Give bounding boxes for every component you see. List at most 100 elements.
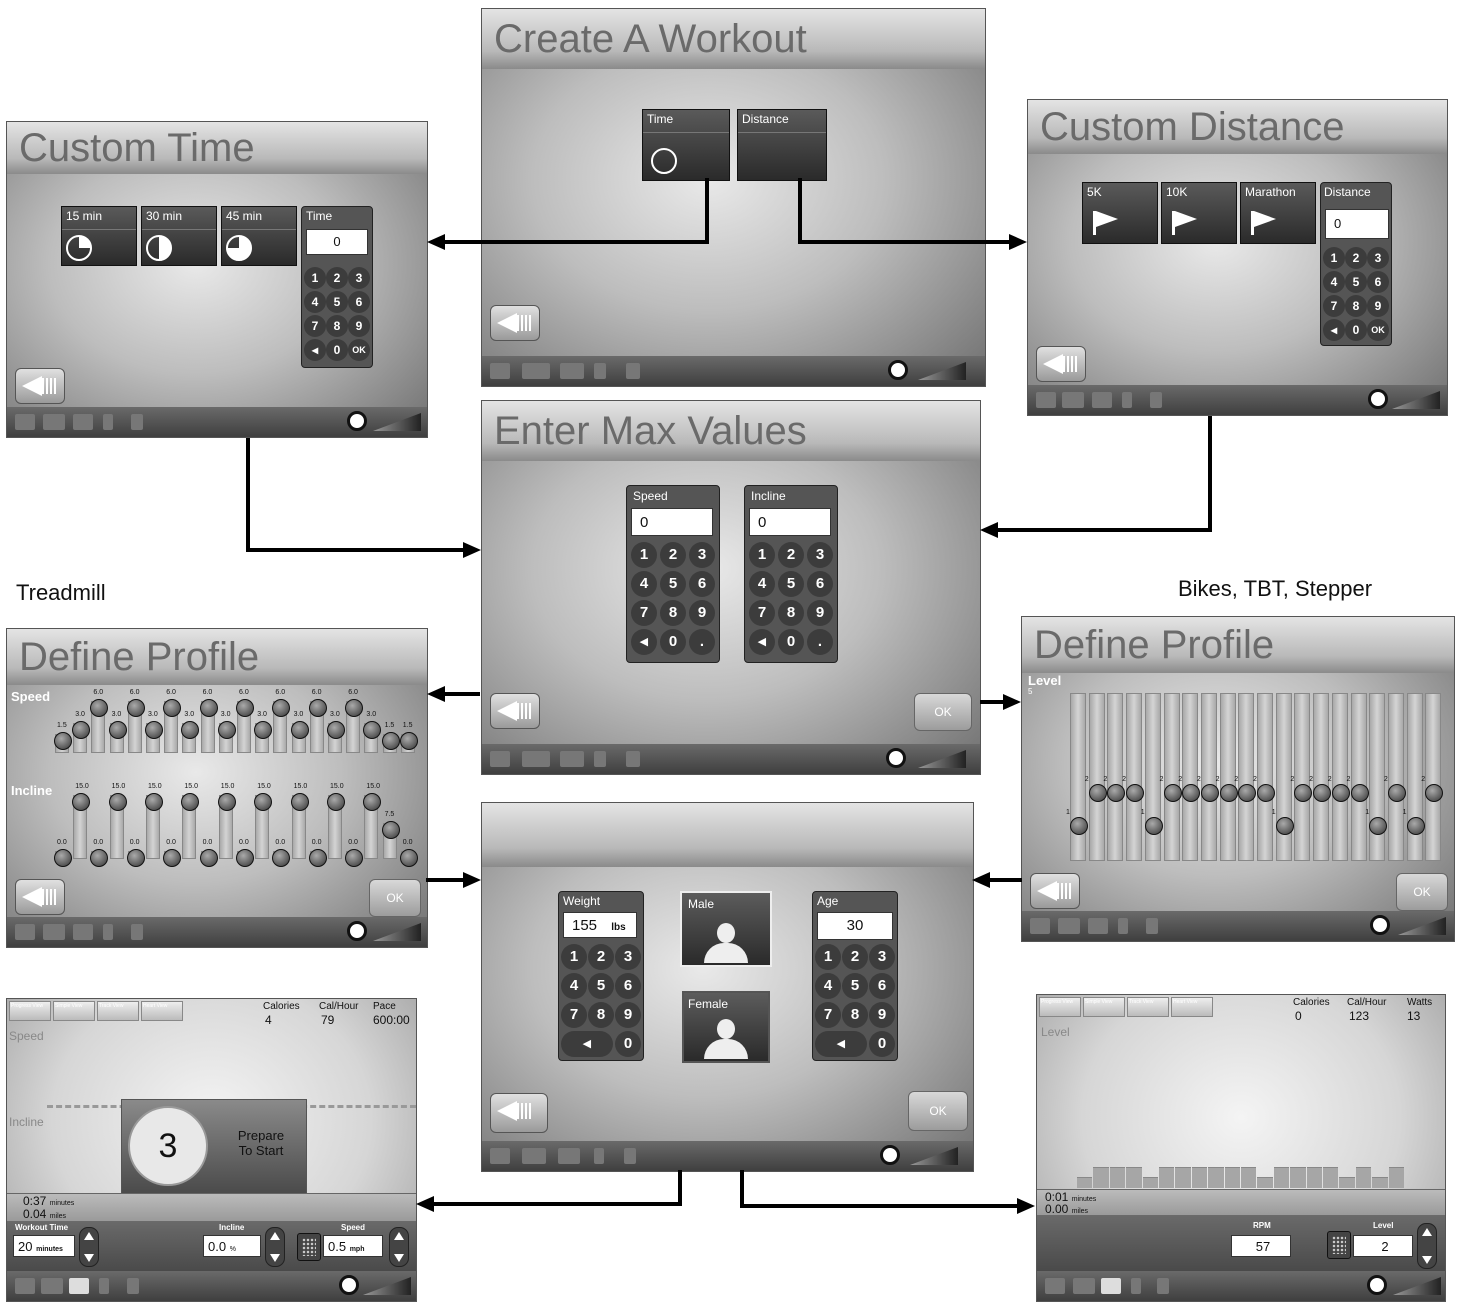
tab-heart-view[interactable]: Heart View [1171, 997, 1213, 1017]
tab-track-view[interactable]: Track View [1127, 997, 1169, 1017]
backspace-key[interactable]: ◂ [749, 629, 775, 655]
volume-slider[interactable] [918, 750, 966, 768]
key-7[interactable]: 7 [304, 315, 326, 337]
key-3[interactable]: 3 [348, 267, 370, 289]
speed-handle[interactable] [54, 732, 72, 750]
speed-handle[interactable] [72, 721, 91, 739]
speed-handle[interactable] [308, 699, 327, 717]
tv-icon[interactable] [1092, 392, 1112, 408]
incline-handle[interactable] [145, 793, 163, 811]
key-8[interactable]: 8 [842, 1002, 868, 1028]
preset-15min[interactable]: 15 min [61, 206, 137, 266]
backspace-key[interactable]: ◂ [304, 339, 326, 361]
key-6[interactable]: 6 [689, 571, 715, 597]
workouts-icon[interactable] [522, 363, 550, 379]
workout-time-field[interactable]: 20 minutes [13, 1235, 75, 1257]
phone-icon[interactable] [1131, 1278, 1141, 1294]
incline-input[interactable]: 0 [749, 508, 831, 536]
key-icon[interactable] [1146, 918, 1158, 934]
speed-handle[interactable] [236, 699, 254, 717]
level-handle[interactable] [1126, 783, 1145, 802]
tab-simple-view[interactable]: Simple View [53, 1001, 95, 1021]
home-icon[interactable] [15, 414, 35, 430]
key-3[interactable]: 3 [807, 542, 833, 568]
backspace-key[interactable]: ◂ [561, 1031, 613, 1057]
key-4[interactable]: 4 [561, 973, 587, 999]
key-7[interactable]: 7 [1323, 295, 1345, 317]
decimal-key[interactable]: . [689, 629, 715, 655]
incline-handle[interactable] [54, 849, 72, 867]
preset-10k[interactable]: 10K [1161, 182, 1237, 244]
incline-handle[interactable] [181, 793, 200, 811]
incline-field[interactable]: 0.0 % [203, 1235, 261, 1257]
phone-icon[interactable] [594, 751, 606, 767]
key-3[interactable]: 3 [1367, 247, 1389, 269]
speed-handle[interactable] [272, 699, 291, 717]
volume-slider[interactable] [363, 1277, 411, 1295]
level-handle[interactable] [1425, 783, 1444, 802]
incline-handle[interactable] [399, 849, 418, 867]
level-stepper[interactable] [1417, 1223, 1437, 1269]
back-button[interactable] [490, 305, 540, 341]
preset-marathon[interactable]: Marathon [1240, 182, 1316, 244]
back-button[interactable] [15, 879, 65, 915]
workouts-icon[interactable] [43, 924, 65, 940]
key-4[interactable]: 4 [1323, 271, 1345, 293]
phone-icon[interactable] [103, 924, 113, 940]
key-3[interactable]: 3 [689, 542, 715, 568]
time-tile[interactable]: Time [642, 109, 730, 181]
tv-icon[interactable] [558, 1148, 580, 1164]
home-icon[interactable] [1045, 1278, 1065, 1294]
tv-icon[interactable] [1088, 918, 1108, 934]
incline-handle[interactable] [126, 849, 145, 867]
workout-time-stepper[interactable] [79, 1227, 99, 1267]
tv-icon[interactable] [1101, 1278, 1121, 1294]
workouts-icon[interactable] [1073, 1278, 1095, 1294]
ok-button[interactable]: OK [908, 1091, 968, 1131]
speed-handle[interactable] [254, 721, 273, 739]
key-1[interactable]: 1 [815, 944, 841, 970]
phone-icon[interactable] [594, 1148, 604, 1164]
keypad-icon[interactable] [1327, 1231, 1351, 1259]
key-icon[interactable] [1157, 1278, 1169, 1294]
distance-tile[interactable]: Distance [737, 109, 827, 181]
key-0[interactable]: 0 [326, 339, 348, 361]
key-9[interactable]: 9 [1367, 295, 1389, 317]
key-icon[interactable] [131, 414, 143, 430]
level-handle[interactable] [1331, 783, 1350, 802]
speed-handle[interactable] [90, 699, 109, 717]
speed-stepper[interactable] [389, 1227, 409, 1267]
key-9[interactable]: 9 [807, 600, 833, 626]
preset-45min[interactable]: 45 min [221, 206, 297, 266]
key-icon[interactable] [626, 751, 640, 767]
tab-progress-view[interactable]: Progress View [9, 1001, 51, 1021]
tv-icon[interactable] [73, 924, 93, 940]
key-icon[interactable] [626, 363, 640, 379]
key-1[interactable]: 1 [304, 267, 326, 289]
incline-handle[interactable] [290, 793, 309, 811]
speed-input[interactable]: 0 [631, 508, 713, 536]
ok-key[interactable]: OK [348, 339, 370, 361]
speed-handle[interactable] [126, 699, 145, 717]
incline-handle[interactable] [72, 793, 91, 811]
tv-icon[interactable] [69, 1278, 89, 1294]
tv-icon[interactable] [73, 414, 93, 430]
backspace-key[interactable]: ◂ [1323, 319, 1345, 341]
level-handle[interactable] [1088, 783, 1107, 802]
volume-slider[interactable] [918, 362, 966, 380]
tab-simple-view[interactable]: Simple View [1083, 997, 1125, 1017]
speed-handle[interactable] [108, 721, 127, 739]
key-6[interactable]: 6 [807, 571, 833, 597]
key-5[interactable]: 5 [660, 571, 686, 597]
tab-progress-view[interactable]: Progress View [1039, 997, 1081, 1017]
back-button[interactable] [1030, 873, 1080, 909]
key-icon[interactable] [624, 1148, 636, 1164]
key-6[interactable]: 6 [348, 291, 370, 313]
speed-handle[interactable] [163, 699, 182, 717]
key-1[interactable]: 1 [749, 542, 775, 568]
back-button[interactable] [1036, 346, 1086, 382]
key-6[interactable]: 6 [1367, 271, 1389, 293]
volume-icon[interactable] [347, 921, 367, 941]
home-icon[interactable] [1036, 392, 1056, 408]
speed-handle[interactable] [345, 699, 364, 717]
